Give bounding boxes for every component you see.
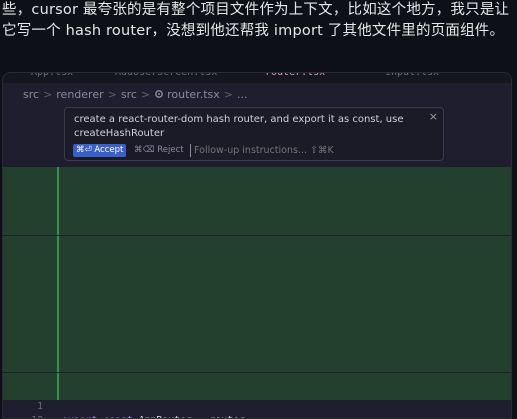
code-line: 11 children: [ bbox=[3, 249, 511, 289]
code-line: 12 path: '/', bbox=[3, 235, 511, 275]
breadcrumb-more[interactable]: ... bbox=[237, 88, 248, 101]
code-line: 17 import { createHashRouter, Route } fr… bbox=[3, 167, 511, 206]
code-line: 10 { bbox=[3, 262, 511, 302]
tab-add-user-screen[interactable]: AddUserScreen.tsx bbox=[115, 73, 217, 83]
tab-app[interactable]: App.tsx bbox=[31, 73, 73, 83]
breadcrumb-src[interactable]: src bbox=[23, 88, 39, 101]
code-line: 4 }, bbox=[3, 345, 511, 385]
prompt-text: create a react-router-dom hash router, a… bbox=[74, 114, 404, 139]
code-editor-window: App.tsx AddUserScreen.tsx router.tsx inp… bbox=[2, 72, 512, 419]
settings-file-icon bbox=[154, 88, 167, 101]
code-line: 8 element: <Onboarding />, bbox=[3, 290, 511, 330]
close-icon[interactable]: × bbox=[429, 110, 438, 123]
code-line: 5 ], bbox=[3, 331, 511, 371]
inline-prompt-box: create a react-router-dom hash router, a… bbox=[64, 107, 444, 161]
code-line: 2 bbox=[3, 372, 511, 398]
tab-input[interactable]: input.tsx bbox=[385, 73, 439, 83]
code-line: 13 { bbox=[3, 221, 511, 261]
followup-input[interactable] bbox=[190, 144, 394, 157]
code-line: 16 import { Onboarding } from './views/O… bbox=[3, 180, 511, 220]
breadcrumb-src-2[interactable]: src bbox=[121, 88, 137, 101]
code-line: 14 const router = createHashRouter([ bbox=[3, 208, 511, 248]
post-text: 些，cursor 最夸张的是有整个项目文件作为上下文，比如这个地方，我只是让它写… bbox=[2, 2, 510, 39]
code-line: 15 bbox=[3, 194, 511, 220]
reject-button[interactable]: ⌘⌫ Reject bbox=[134, 144, 184, 157]
accept-button[interactable]: ⌘⏎ Accept bbox=[73, 144, 127, 157]
code-line: 3 ]); bbox=[3, 358, 511, 398]
breadcrumb: src > renderer > src > router.tsx >... bbox=[23, 88, 248, 101]
code-line: 1 export const AppRouter = router; bbox=[3, 386, 511, 418]
code-area[interactable]: 17 import { createHashRouter, Route } fr… bbox=[3, 167, 511, 418]
code-line: 9 path: 'onboarding', bbox=[3, 276, 511, 316]
breadcrumb-renderer[interactable]: renderer bbox=[56, 88, 103, 101]
tab-router[interactable]: router.tsx bbox=[265, 73, 325, 83]
line-number: 18 bbox=[21, 414, 43, 418]
prompt-actions: ⌘⏎ Accept ⌘⌫ Reject bbox=[73, 144, 435, 158]
code-line: 7 }, bbox=[3, 304, 511, 343]
tab-bar: App.tsx AddUserScreen.tsx router.tsx inp… bbox=[3, 73, 511, 83]
code-line: 6 // Add more routes as needed bbox=[3, 317, 511, 357]
breadcrumb-file[interactable]: router.tsx bbox=[167, 88, 220, 101]
